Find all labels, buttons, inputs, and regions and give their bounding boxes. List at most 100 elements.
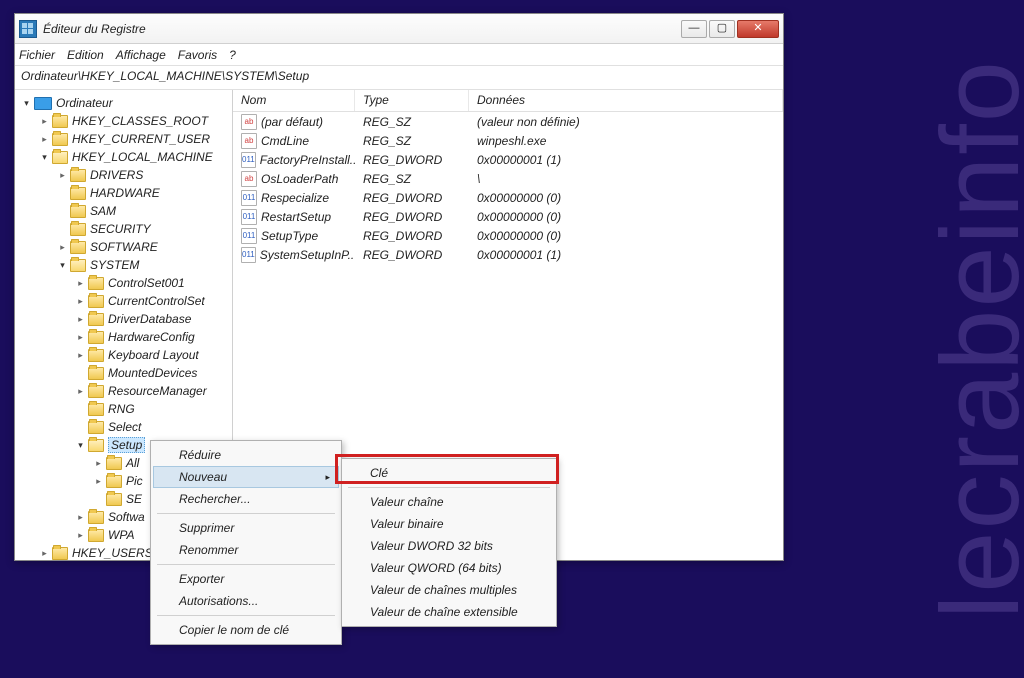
list-row[interactable]: abOsLoaderPathREG_SZ\ [233,169,783,188]
tree-item[interactable]: Keyboard Layout [15,346,232,364]
tree-label: SAM [90,204,116,218]
expander-icon[interactable] [39,116,50,127]
ctx-export[interactable]: Exporter [153,568,339,590]
dword-value-icon: 011 [241,152,256,168]
tree-label: HKEY_CLASSES_ROOT [72,114,208,128]
tree-item[interactable]: ControlSet001 [15,274,232,292]
expander-icon[interactable] [75,350,86,361]
value-data: 0x00000000 (0) [469,210,783,224]
value-name: CmdLine [261,134,309,148]
list-row[interactable]: 011SetupTypeREG_DWORD0x00000000 (0) [233,226,783,245]
expander-icon[interactable] [57,170,68,181]
expander-icon[interactable] [75,440,86,451]
folder-icon [70,169,86,182]
expander-icon[interactable] [39,548,50,559]
ctx-copy-key-name[interactable]: Copier le nom de clé [153,619,339,641]
menu-help[interactable]: ? [229,48,236,62]
tree-item[interactable]: SAM [15,202,232,220]
tree-item[interactable]: MountedDevices [15,364,232,382]
ctx-new-key[interactable]: Clé [344,462,554,484]
expander-icon[interactable] [57,242,68,253]
ctx-new-expandstring[interactable]: Valeur de chaîne extensible [344,601,554,623]
close-button[interactable]: ✕ [737,20,779,38]
tree-label: SE [126,492,142,506]
expander-icon[interactable] [75,530,86,541]
ctx-reduce[interactable]: Réduire [153,444,339,466]
value-type: REG_DWORD [355,191,469,205]
tree-label: Setup [108,437,145,453]
list-row[interactable]: 011RestartSetupREG_DWORD0x00000000 (0) [233,207,783,226]
ctx-delete[interactable]: Supprimer [153,517,339,539]
col-name[interactable]: Nom [233,90,355,111]
tree-item[interactable]: DriverDatabase [15,310,232,328]
menu-file[interactable]: Fichier [19,48,55,62]
ctx-new-binary[interactable]: Valeur binaire [344,513,554,535]
expander-icon[interactable] [39,134,50,145]
value-type: REG_SZ [355,115,469,129]
list-header[interactable]: Nom Type Données [233,90,783,112]
list-row[interactable]: ab(par défaut)REG_SZ(valeur non définie) [233,112,783,131]
tree-item[interactable]: CurrentControlSet [15,292,232,310]
list-row[interactable]: 011RespecializeREG_DWORD0x00000000 (0) [233,188,783,207]
ctx-new-multistring[interactable]: Valeur de chaînes multiples [344,579,554,601]
expander-icon[interactable] [75,512,86,523]
menu-edit[interactable]: Edition [67,48,104,62]
tree-item[interactable]: SECURITY [15,220,232,238]
folder-icon [106,493,122,506]
tree-label: SECURITY [90,222,151,236]
value-type: REG_DWORD [355,229,469,243]
list-row[interactable]: 011FactoryPreInstall..REG_DWORD0x0000000… [233,150,783,169]
value-name: SystemSetupInP.. [260,248,355,262]
expander-icon[interactable] [21,98,32,109]
tree-item[interactable]: HKEY_LOCAL_MACHINE [15,148,232,166]
ctx-search[interactable]: Rechercher... [153,488,339,510]
expander-icon[interactable] [75,314,86,325]
tree-item[interactable]: DRIVERS [15,166,232,184]
expander-icon[interactable] [93,476,104,487]
tree-item[interactable]: Ordinateur [15,94,232,112]
col-type[interactable]: Type [355,90,469,111]
maximize-button[interactable]: ▢ [709,20,735,38]
value-name: SetupType [261,229,318,243]
tree-item[interactable]: HKEY_CURRENT_USER [15,130,232,148]
expander-icon[interactable] [39,152,50,163]
folder-icon [88,331,104,344]
expander-icon[interactable] [75,386,86,397]
tree-item[interactable]: Select [15,418,232,436]
tree-item[interactable]: ResourceManager [15,382,232,400]
tree-item[interactable]: HardwareConfig [15,328,232,346]
value-type: REG_SZ [355,134,469,148]
expander-icon[interactable] [75,278,86,289]
list-row[interactable]: abCmdLineREG_SZwinpeshl.exe [233,131,783,150]
tree-item[interactable]: HKEY_CLASSES_ROOT [15,112,232,130]
menu-view[interactable]: Affichage [116,48,166,62]
expander-icon[interactable] [75,296,86,307]
tree-label: HKEY_USERS [72,546,153,560]
ctx-new[interactable]: Nouveau▸ [153,466,339,488]
menu-favorites[interactable]: Favoris [178,48,217,62]
col-data[interactable]: Données [469,90,783,111]
tree-item[interactable]: RNG [15,400,232,418]
expander-icon[interactable] [57,260,68,271]
tree-item[interactable]: SYSTEM [15,256,232,274]
tree-item[interactable]: SOFTWARE [15,238,232,256]
list-row[interactable]: 011SystemSetupInP..REG_DWORD0x00000001 (… [233,245,783,264]
tree-label: Ordinateur [56,96,113,110]
tree-label: MountedDevices [108,366,197,380]
value-name: (par défaut) [261,115,323,129]
address-bar[interactable]: Ordinateur\HKEY_LOCAL_MACHINE\SYSTEM\Set… [15,66,783,90]
ctx-permissions[interactable]: Autorisations... [153,590,339,612]
folder-icon [106,475,122,488]
ctx-new-qword[interactable]: Valeur QWORD (64 bits) [344,557,554,579]
ctx-new-dword[interactable]: Valeur DWORD 32 bits [344,535,554,557]
ctx-new-string[interactable]: Valeur chaîne [344,491,554,513]
tree-item[interactable]: HARDWARE [15,184,232,202]
expander-icon[interactable] [93,458,104,469]
titlebar[interactable]: Éditeur du Registre — ▢ ✕ [15,14,783,44]
tree-label: ControlSet001 [108,276,185,290]
expander-icon[interactable] [75,332,86,343]
ctx-rename[interactable]: Renommer [153,539,339,561]
minimize-button[interactable]: — [681,20,707,38]
tree-label: Keyboard Layout [108,348,199,362]
folder-icon [88,439,104,452]
